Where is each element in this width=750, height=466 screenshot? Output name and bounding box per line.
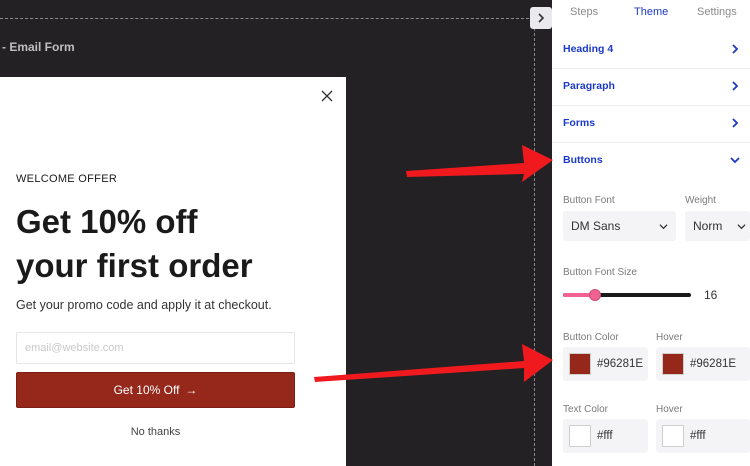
text-hover-color-value: #fff: [690, 430, 706, 442]
font-size-slider[interactable]: [563, 287, 691, 303]
section-label: Buttons: [563, 154, 603, 166]
weight-value: Norm: [693, 219, 723, 233]
divider: [552, 105, 750, 106]
arrow-right-icon: →: [185, 383, 198, 397]
chevron-down-icon: [737, 223, 746, 229]
section-label: Forms: [563, 117, 596, 129]
get-offer-label: Get 10% Off: [113, 383, 180, 397]
button-color-field[interactable]: #96281E: [563, 347, 648, 381]
get-offer-button[interactable]: Get 10% Off →: [16, 372, 295, 408]
tab-steps[interactable]: Steps: [570, 6, 598, 18]
headline-line-2: your first order: [16, 247, 253, 284]
chevron-down-icon: [659, 223, 668, 229]
chevron-right-icon: [732, 81, 739, 91]
text-color-label: Text Color: [563, 404, 609, 415]
no-thanks-link[interactable]: No thanks: [16, 426, 295, 438]
chevron-right-icon: [732, 44, 739, 54]
button-color-value: #96281E: [597, 358, 644, 370]
button-hover-color-value: #96281E: [690, 358, 737, 370]
theme-settings-panel: Steps Theme Settings Heading 4 Paragraph…: [552, 0, 750, 466]
chevron-down-icon: [730, 157, 740, 164]
text-hover-color-field[interactable]: #fff: [656, 419, 750, 453]
canvas-guide-right: [534, 18, 535, 466]
section-heading-4[interactable]: Heading 4: [563, 40, 750, 60]
section-label: Heading 4: [563, 43, 614, 55]
font-size-label: Button Font Size: [563, 267, 637, 278]
section-paragraph[interactable]: Paragraph: [563, 77, 750, 97]
tab-theme[interactable]: Theme: [634, 6, 668, 18]
button-color-hover-label: Hover: [656, 332, 683, 343]
headline-line-1: Get 10% off: [16, 203, 198, 240]
button-color-swatch[interactable]: [569, 353, 591, 375]
text-hover-color-swatch[interactable]: [662, 425, 684, 447]
text-color-hover-label: Hover: [656, 404, 683, 415]
button-hover-color-swatch[interactable]: [662, 353, 684, 375]
divider: [552, 142, 750, 143]
weight-label: Weight: [685, 195, 716, 206]
button-font-value: DM Sans: [571, 219, 621, 233]
button-font-select[interactable]: DM Sans: [563, 211, 676, 241]
popup-subtext: Get your promo code and apply it at chec…: [16, 298, 272, 312]
chevron-right-icon: [732, 118, 739, 128]
button-hover-color-field[interactable]: #96281E: [656, 347, 750, 381]
text-color-swatch[interactable]: [569, 425, 591, 447]
section-buttons[interactable]: Buttons: [563, 151, 750, 171]
popup-headline: Get 10% off your first order: [16, 200, 336, 288]
canvas-guide-top: [0, 18, 534, 19]
collapse-panel-button[interactable]: [530, 7, 552, 29]
popup-eyebrow: WELCOME OFFER: [16, 173, 118, 185]
font-size-input[interactable]: 16: [697, 283, 750, 307]
text-color-value: #fff: [597, 430, 613, 442]
slider-thumb[interactable]: [589, 289, 601, 301]
button-font-label: Button Font: [563, 195, 615, 206]
text-color-field[interactable]: #fff: [563, 419, 648, 453]
canvas-title: - Email Form: [2, 40, 75, 54]
close-icon[interactable]: [320, 89, 334, 108]
panel-tabs: Steps Theme Settings: [552, 0, 750, 24]
section-forms[interactable]: Forms: [563, 114, 750, 134]
chevron-right-icon: [538, 13, 545, 23]
tab-settings[interactable]: Settings: [697, 6, 737, 18]
weight-select[interactable]: Norm: [685, 211, 750, 241]
email-input[interactable]: [16, 332, 295, 364]
divider: [552, 68, 750, 69]
section-label: Paragraph: [563, 80, 615, 92]
button-color-label: Button Color: [563, 332, 619, 343]
